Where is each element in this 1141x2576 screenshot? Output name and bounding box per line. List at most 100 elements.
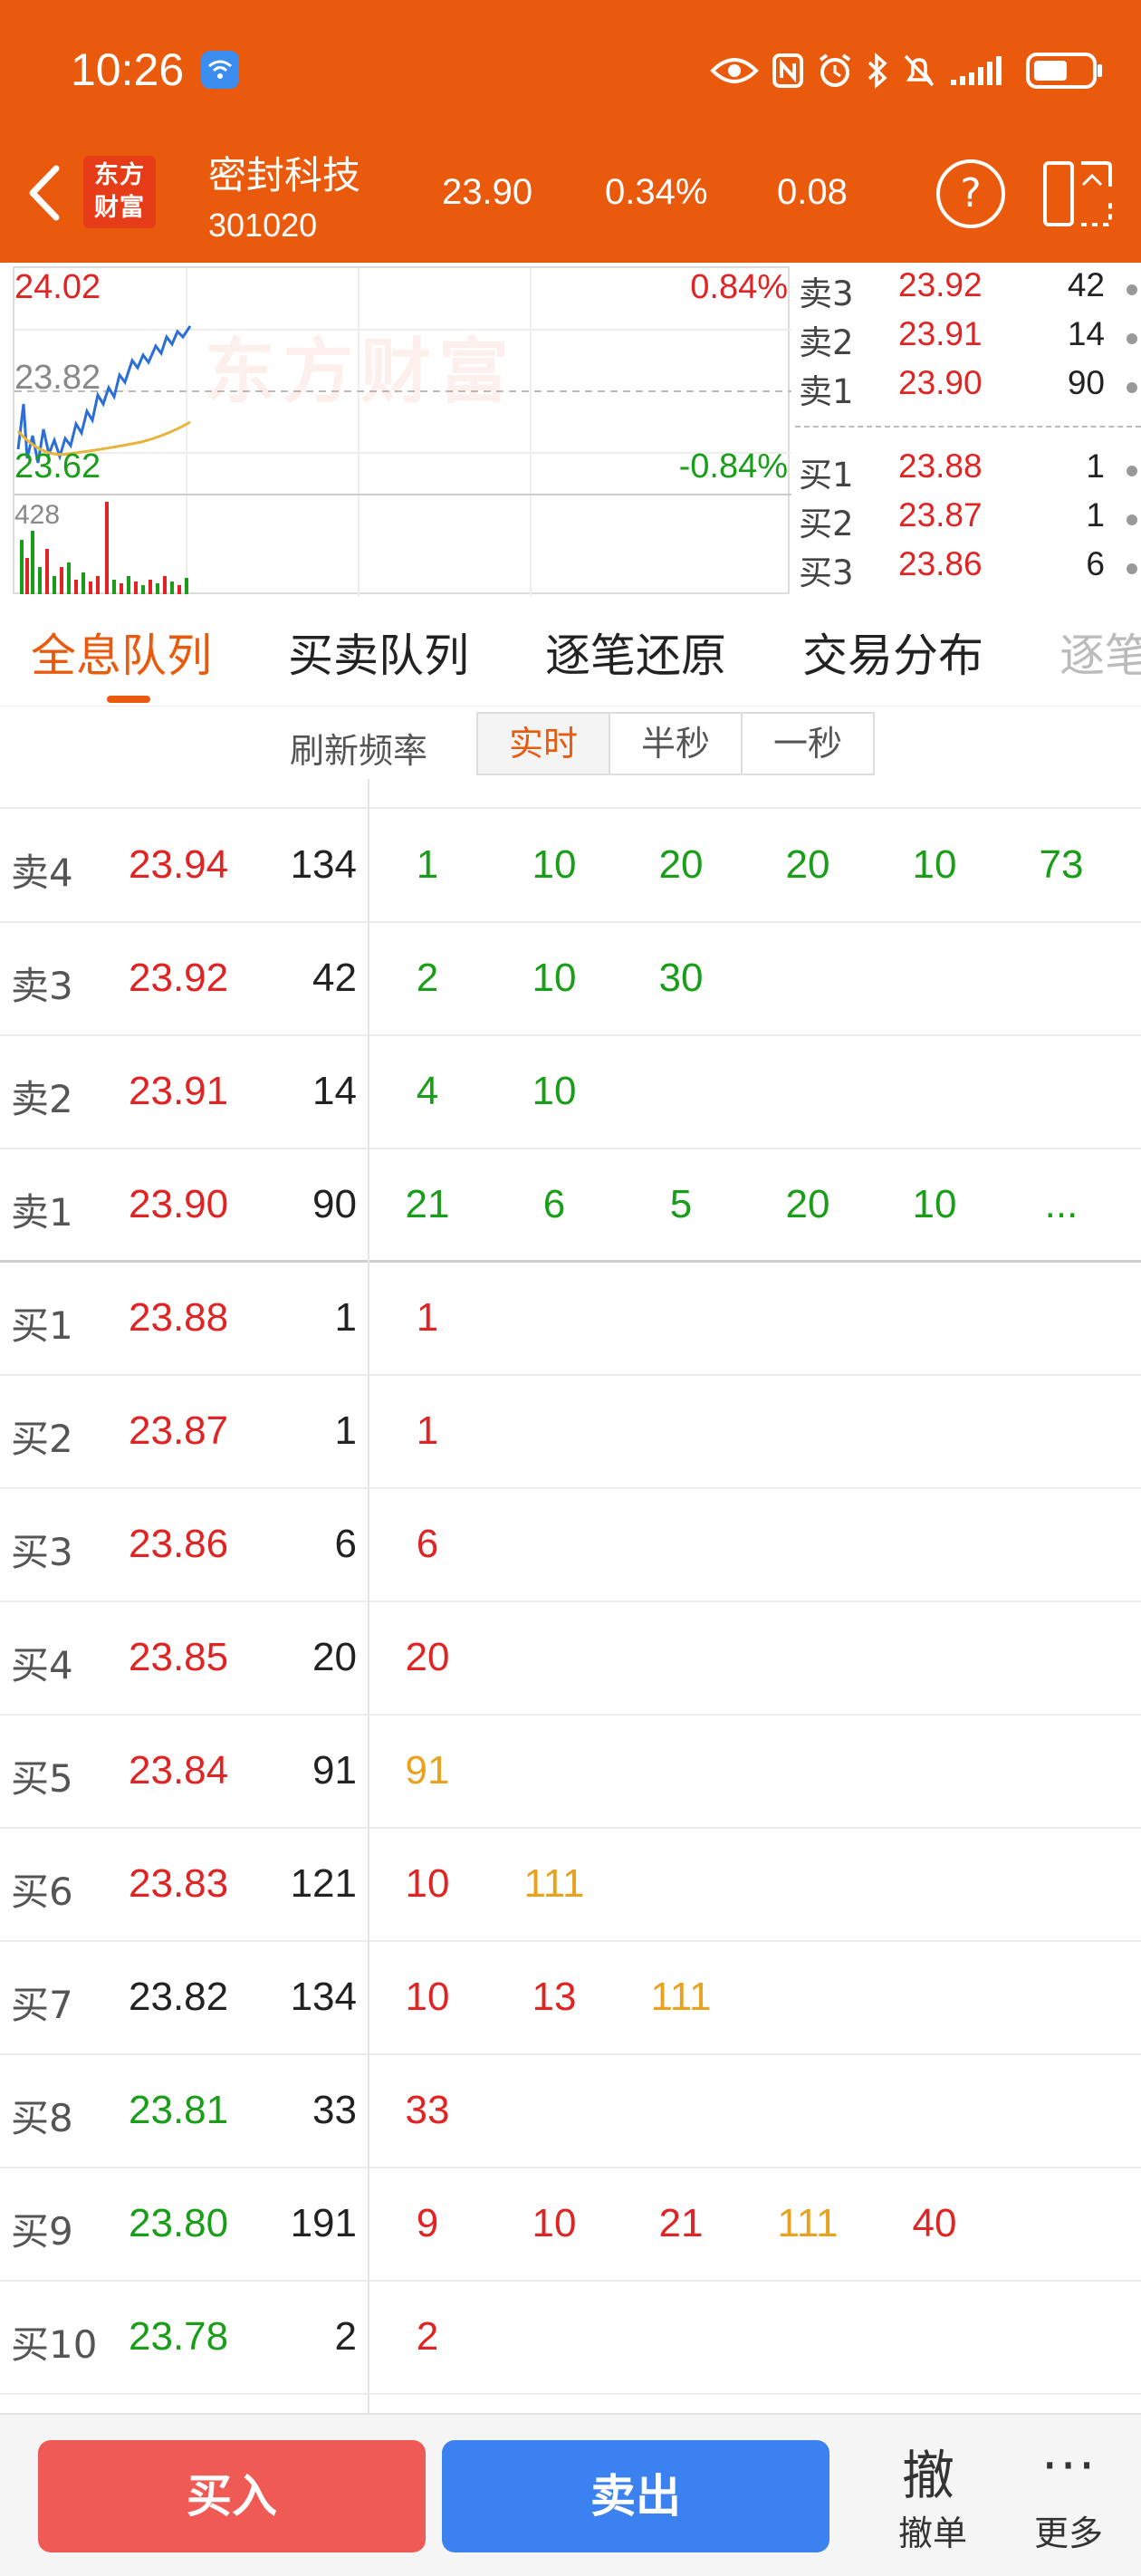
chart-pct-low: -0.84% <box>678 447 788 485</box>
nfc-icon <box>772 53 803 88</box>
tab-tick-by-tick[interactable]: 逐笔 <box>1060 620 1141 685</box>
refresh-half-second-option[interactable]: 半秒 <box>609 712 743 775</box>
queue-row-price: 23.86 <box>129 1522 229 1566</box>
queue-row-label: 买4 <box>11 1643 73 1687</box>
queue-row-label: 卖3 <box>11 964 73 1008</box>
header-change: 0.08 <box>777 172 848 212</box>
queue-order-cell: 91 <box>405 1748 450 1793</box>
queue-row: 买9 23.80 191 9 10 21 111 40 <box>0 2168 1141 2282</box>
battery-icon <box>1026 53 1102 89</box>
queue-row-label: 买8 <box>11 2096 73 2140</box>
queue-row: 卖2 23.91 14 4 10 <box>0 1036 1141 1149</box>
queue-row-price: 23.91 <box>129 1069 229 1113</box>
queue-row: 卖1 23.90 90 21 6 5 20 10... <box>0 1149 1141 1263</box>
chart-price-mid: 23.82 <box>14 359 101 397</box>
queue-row-price: 23.78 <box>129 2314 229 2359</box>
queue-order-cell: 6 <box>542 1182 566 1226</box>
chart-volume-label: 428 <box>14 500 61 530</box>
queue-order-cell: 10 <box>405 1975 450 2019</box>
tab-trade-distribution[interactable]: 交易分布 <box>802 620 983 685</box>
buy-button[interactable]: 买入 <box>38 2440 426 2552</box>
chart-price-low: 23.62 <box>14 447 101 485</box>
queue-order-cell: 1 <box>416 1295 439 1340</box>
queue-order-cell: 10 <box>912 1182 957 1226</box>
queue-row-price: 23.85 <box>129 1635 229 1679</box>
queue-row-label: 买6 <box>11 1870 73 1914</box>
chart-pct-high: 0.84% <box>690 268 788 306</box>
queue-order-cell: 5 <box>669 1182 693 1226</box>
queue-row: 买2 23.87 1 1 <box>0 1376 1141 1489</box>
queue-table[interactable]: 卖523.95123 卖423.9413411020201073卖323.924… <box>0 779 1141 2413</box>
queue-row: 买7 23.82 134 10 13 111 <box>0 1942 1141 2055</box>
queue-row-volume: 1 <box>334 1295 357 1340</box>
queue-order-cell: 10 <box>405 1861 450 1906</box>
queue-order-cell: 10 <box>532 1069 577 1113</box>
queue-row: 买6 23.83 121 10 111 <box>0 1829 1141 1942</box>
cancel-order-label[interactable]: 撤单 <box>898 2505 967 2555</box>
queue-row: 买4 23.85 20 20 <box>0 1602 1141 1716</box>
signal-icon <box>951 56 1002 85</box>
more-icon[interactable]: ··· <box>1041 2435 1097 2496</box>
queue-row-volume: 1 <box>334 1408 357 1453</box>
queue-row-price: 23.80 <box>129 2201 229 2245</box>
queue-order-cell: 2 <box>416 956 439 1000</box>
refresh-rate-bar: 刷新频率 实时 半秒 一秒 <box>0 706 1141 779</box>
queue-row-price: 23.87 <box>129 1408 229 1453</box>
bid-row: 买2 23.87 1 <box>795 496 1141 543</box>
chart-price-high: 24.02 <box>14 268 101 306</box>
dot-icon <box>1127 284 1137 295</box>
brand-logo: 东方 财富 <box>83 156 156 228</box>
order-book-divider <box>795 426 1141 428</box>
queue-order-cell: 1 <box>416 842 439 887</box>
queue-row-price: 23.82 <box>129 1975 229 2019</box>
queue-row-volume: 121 <box>290 1861 357 1906</box>
more-label[interactable]: 更多 <box>1034 2505 1103 2555</box>
dot-icon <box>1127 333 1137 344</box>
queue-order-cell: 1 <box>416 1408 439 1453</box>
tab-tick-restore[interactable]: 逐笔还原 <box>545 620 726 685</box>
queue-order-cell: 73 <box>1039 842 1084 887</box>
order-book[interactable]: 卖3 23.92 42 卖2 23.91 14 卖1 23.90 90 买1 2… <box>795 266 1141 594</box>
bluetooth-icon <box>868 53 887 89</box>
help-button[interactable]: ? <box>936 159 1005 228</box>
queue-row-price: 23.84 <box>129 1748 229 1793</box>
alarm-icon <box>819 53 851 87</box>
queue-order-cell: 30 <box>658 956 704 1000</box>
queue-row-volume: 134 <box>290 842 357 887</box>
stock-code: 301020 <box>208 207 318 244</box>
queue-row-volume: 90 <box>312 1182 357 1226</box>
queue-row-price: 23.90 <box>129 1182 229 1226</box>
queue-row-label: 卖4 <box>11 851 73 895</box>
queue-row: 买8 23.81 33 33 <box>0 2055 1141 2168</box>
stock-name[interactable]: 密封科技 <box>208 145 360 200</box>
queue-row-label: 买7 <box>11 1983 73 2027</box>
queue-order-cell: 21 <box>405 1182 450 1226</box>
queue-row-price: 23.88 <box>129 1295 229 1340</box>
intraday-mini-chart[interactable]: 东方财富 24.02 23.82 23.62 0.84% -0.84% 428 <box>13 266 791 596</box>
queue-row-volume: 14 <box>312 1069 357 1113</box>
tab-bid-ask-queue[interactable]: 买卖队列 <box>288 620 469 685</box>
cancel-order-icon[interactable]: 撤 <box>902 2433 954 2509</box>
status-time: 10:26 <box>71 44 185 95</box>
queue-order-cell: 20 <box>405 1635 450 1679</box>
dot-icon <box>1127 563 1137 574</box>
refresh-one-second-option[interactable]: 一秒 <box>741 712 875 775</box>
sell-button[interactable]: 卖出 <box>442 2440 829 2552</box>
queue-row-price: 23.83 <box>129 1861 229 1906</box>
queue-row-volume: 2 <box>334 2314 357 2359</box>
back-button[interactable] <box>20 161 71 225</box>
queue-order-cell: 10 <box>532 2201 577 2245</box>
queue-row-label: 买5 <box>11 1756 73 1801</box>
queue-order-cell: 21 <box>658 2201 704 2245</box>
queue-row-volume: 20 <box>312 1635 357 1679</box>
refresh-realtime-option[interactable]: 实时 <box>476 712 610 775</box>
queue-row-label: 买1 <box>11 1303 73 1348</box>
queue-row-label: 买2 <box>11 1417 73 1461</box>
tab-full-queue[interactable]: 全息队列 <box>31 620 212 685</box>
queue-order-cell: 111 <box>523 1861 585 1906</box>
wifi-icon <box>201 51 239 89</box>
layout-switch-button[interactable] <box>1041 159 1114 228</box>
mute-icon <box>904 54 935 87</box>
queue-order-cell: 20 <box>785 1182 830 1226</box>
queue-order-cell: ... <box>1044 1182 1079 1226</box>
